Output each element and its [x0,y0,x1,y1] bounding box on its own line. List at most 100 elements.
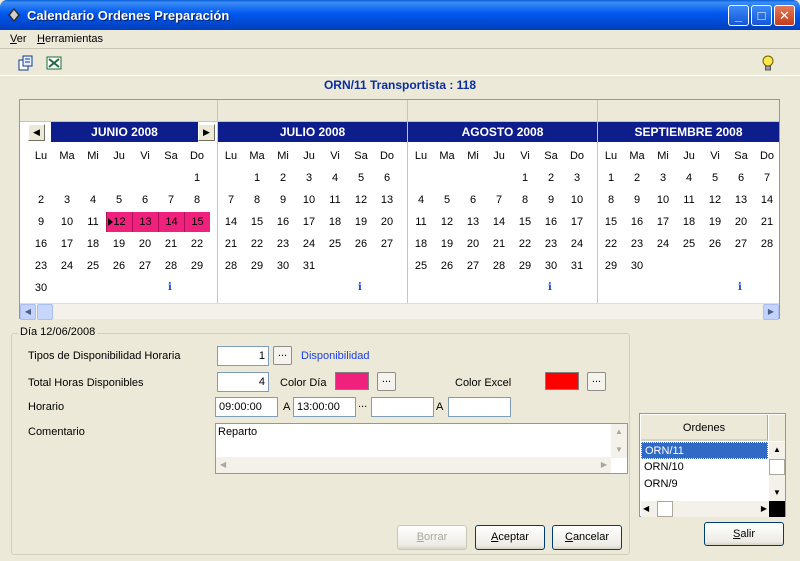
calendar-day[interactable]: 3 [54,190,80,210]
calendar-day[interactable]: 27 [374,234,400,254]
scroll-right-icon[interactable]: ▶ [763,304,779,320]
calendar-day[interactable]: 8 [184,190,210,210]
calendar-day[interactable]: 20 [460,234,486,254]
calendar-day[interactable]: 15 [244,212,270,232]
calendar-day[interactable]: 30 [28,278,54,298]
scroll-down-icon[interactable]: ▼ [769,485,785,501]
calendar-day[interactable]: 9 [28,212,54,232]
calendar-day[interactable]: 29 [184,256,210,276]
order-row[interactable]: ORN/10 [641,459,768,476]
calendar-day[interactable]: 18 [80,234,106,254]
tipos-field[interactable]: 1 [217,346,269,366]
calendar-day[interactable]: 17 [650,212,676,232]
calendar-day[interactable]: 7 [218,190,244,210]
calendar-day[interactable]: 24 [54,256,80,276]
calendar-day[interactable]: 26 [106,256,132,276]
calendar-day[interactable]: 28 [158,256,184,276]
scroll-left-icon[interactable]: ◀ [20,304,36,320]
calendar-day[interactable]: 25 [322,234,348,254]
calendar-day[interactable]: 28 [218,256,244,276]
calendar-day[interactable]: 25 [676,234,702,254]
comentario-vscroll[interactable]: ▲ ▼ [611,424,627,458]
calendar-day[interactable]: 2 [270,168,296,188]
calendar-day[interactable]: 18 [676,212,702,232]
scroll-up-icon[interactable]: ▲ [611,424,627,440]
calendar-day[interactable]: 21 [486,234,512,254]
calendar-day[interactable]: 7 [486,190,512,210]
calendar-day[interactable]: 30 [270,256,296,276]
calendar-day[interactable]: 3 [564,168,590,188]
calendar-day[interactable]: 1 [512,168,538,188]
calendar-day[interactable]: 8 [244,190,270,210]
calendar-day[interactable]: 19 [348,212,374,232]
calendar-day[interactable]: 31 [296,256,322,276]
calendar-day[interactable]: 26 [702,234,728,254]
calendar-day[interactable]: 16 [538,212,564,232]
calendar-day[interactable]: 9 [624,190,650,210]
tipos-browse-button[interactable]: ... [273,346,292,365]
calendar-day[interactable]: 13 [460,212,486,232]
horario-desde2-field[interactable] [371,397,434,417]
menu-herramientas[interactable]: Herramientas [37,33,103,45]
calendar-day[interactable]: 9 [270,190,296,210]
calendar-day[interactable]: 22 [512,234,538,254]
calendar-day[interactable]: 3 [650,168,676,188]
calendar-day[interactable]: 11 [322,190,348,210]
calendar-day[interactable]: 23 [270,234,296,254]
disponibilidad-link[interactable]: Disponibilidad [301,350,370,362]
calendar-day[interactable]: 25 [408,256,434,276]
calendar-day[interactable]: 28 [754,234,780,254]
calendar-day[interactable]: 11 [408,212,434,232]
scroll-down-icon[interactable]: ▼ [611,442,627,458]
calendar-day[interactable]: 27 [460,256,486,276]
calendar-day[interactable]: 10 [564,190,590,210]
calendar-day[interactable]: 12 [434,212,460,232]
calendar-day[interactable]: 10 [296,190,322,210]
order-row[interactable]: ORN/9 [641,476,768,493]
horario-desde-field[interactable]: 09:00:00 [215,397,278,417]
calendar-day[interactable]: 1 [244,168,270,188]
calendar-day[interactable]: 6 [374,168,400,188]
horario-hasta2-field[interactable] [448,397,511,417]
order-row[interactable]: ORN/11 [641,442,768,459]
calendar-day[interactable]: 14 [158,212,184,232]
calendar-day[interactable]: 3 [296,168,322,188]
calendar-day[interactable]: 29 [512,256,538,276]
calendar-day[interactable]: 21 [158,234,184,254]
comentario-textarea[interactable]: Reparto ▲ ▼ ◀ ▶ [215,423,628,474]
calendar-day[interactable]: 11 [676,190,702,210]
calendar-day[interactable]: 18 [322,212,348,232]
calendar-day[interactable]: 26 [434,256,460,276]
color-excel-button[interactable]: ... [587,372,606,391]
info-icon[interactable]: i [738,282,742,293]
calendar-day[interactable]: 29 [598,256,624,276]
minimize-button[interactable]: _ [728,5,749,26]
color-dia-button[interactable]: ... [377,372,396,391]
calendar-day[interactable]: 5 [348,168,374,188]
calendar-day[interactable]: 12 [348,190,374,210]
calendar-day[interactable]: 1 [598,168,624,188]
calendar-day[interactable]: 6 [132,190,158,210]
calendar-day[interactable]: 7 [158,190,184,210]
calendar-day[interactable]: 11 [80,212,106,232]
calendar-day[interactable]: 14 [218,212,244,232]
calendar-day[interactable]: 17 [296,212,322,232]
scroll-thumb[interactable] [37,304,53,320]
salir-button[interactable]: Salir [704,522,784,546]
calendar-day[interactable]: 8 [598,190,624,210]
calendar-day[interactable]: 14 [486,212,512,232]
calendar-day[interactable]: 13 [132,212,158,232]
calendar-day[interactable]: 15 [184,212,210,232]
scroll-right-icon[interactable]: ▶ [601,460,607,469]
borrar-button[interactable]: Borrar [397,525,467,550]
calendar-day[interactable]: 31 [564,256,590,276]
orders-header[interactable]: Ordenes [641,415,768,441]
calendar-day[interactable]: 13 [728,190,754,210]
close-button[interactable]: ✕ [774,5,795,26]
prev-month-icon[interactable]: ◀ [28,124,45,141]
cancelar-button[interactable]: Cancelar [552,525,622,550]
scroll-thumb[interactable] [657,501,673,517]
calendar-day[interactable]: 4 [408,190,434,210]
orders-hscroll[interactable]: ◀ ▶ [641,501,769,517]
calendar-day[interactable]: 23 [28,256,54,276]
